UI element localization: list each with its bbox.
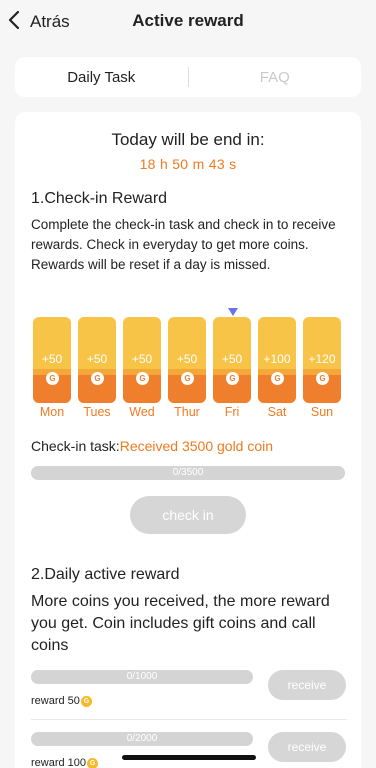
day-name: Sun [310,405,334,419]
day-amount: +50 [221,352,243,366]
reward-card: Today will be end in: 18 h 50 m 43 s 1.C… [15,112,361,768]
reward-amount: reward 50 G [31,695,92,707]
day-name: Tues [83,405,111,419]
home-indicator [122,755,256,760]
coin-icon: G [181,372,194,385]
reward-label: reward 50 [31,695,80,707]
current-day-marker [228,308,238,316]
daily-title: 2.Daily active reward [31,566,180,583]
coin-icon: G [46,372,59,385]
day-fri[interactable]: +50 G Fri [213,317,253,419]
checkin-progress-text: 0/3500 [172,467,204,478]
coin-icon: G [87,757,99,768]
page-title: Active reward [132,11,244,30]
checkin-days: +50 G Mon +50 G Tues +50 G Wed +50 G Thu… [33,317,345,427]
day-tues[interactable]: +50 G Tues [78,317,118,419]
checkin-task-label: Check-in task: [31,438,120,454]
reward-amount: reward 100 G [31,757,99,768]
reward-progress-text: 0/2000 [126,733,158,744]
day-amount: +50 [131,352,153,366]
day-name: Mon [39,405,65,419]
day-mon[interactable]: +50 G Mon [33,317,73,419]
day-sun[interactable]: +120 G Sun [303,317,343,419]
day-amount: +120 [308,352,336,366]
checkin-title: 1.Check-in Reward [31,190,168,207]
coin-icon: G [80,695,92,707]
coin-icon: G [136,372,149,385]
day-name: Fri [224,405,240,419]
day-amount: +50 [86,352,108,366]
tab-daily-task[interactable]: Daily Task [15,69,188,86]
reward-row: 0/1000 reward 50 G receive [31,670,347,718]
coin-icon: G [91,372,104,385]
tab-bar: Daily Task FAQ [15,57,361,97]
coin-icon: G [226,372,239,385]
check-in-button[interactable]: check in [130,496,246,534]
day-name: Sat [267,405,287,419]
day-wed[interactable]: +50 G Wed [123,317,163,419]
reward-progress-bar: 0/1000 [31,670,253,684]
day-sat[interactable]: +100 G Sat [258,317,298,419]
checkin-task-line: Check-in task:Received 3500 gold coin [31,438,273,454]
checkin-progress-bar: 0/3500 [31,466,345,480]
checkin-task-value: Received 3500 gold coin [119,438,274,454]
reward-row: 0/2000 reward 100 G receive [31,732,347,768]
day-amount: +50 [176,352,198,366]
receive-button[interactable]: receive [268,670,346,700]
coin-icon: G [316,372,329,385]
reward-label: reward 100 [31,757,87,768]
day-name: Wed [129,405,155,419]
countdown-label: Today will be end in: [111,130,265,149]
day-amount: +50 [41,352,63,366]
row-divider [31,719,347,720]
day-amount: +100 [263,352,291,366]
reward-progress-text: 0/1000 [126,671,158,682]
coin-icon: G [271,372,284,385]
reward-progress-bar: 0/2000 [31,732,253,746]
nav-bar: Atrás Active reward [0,0,376,44]
checkin-description: Complete the check-in task and check in … [31,217,336,272]
receive-button[interactable]: receive [268,732,346,762]
countdown-value: 18 h 50 m 43 s [139,156,237,172]
day-name: Thur [174,405,200,419]
tab-faq[interactable]: FAQ [189,69,362,86]
daily-description: More coins you received, the more reward… [31,593,330,654]
day-thur[interactable]: +50 G Thur [168,317,208,419]
